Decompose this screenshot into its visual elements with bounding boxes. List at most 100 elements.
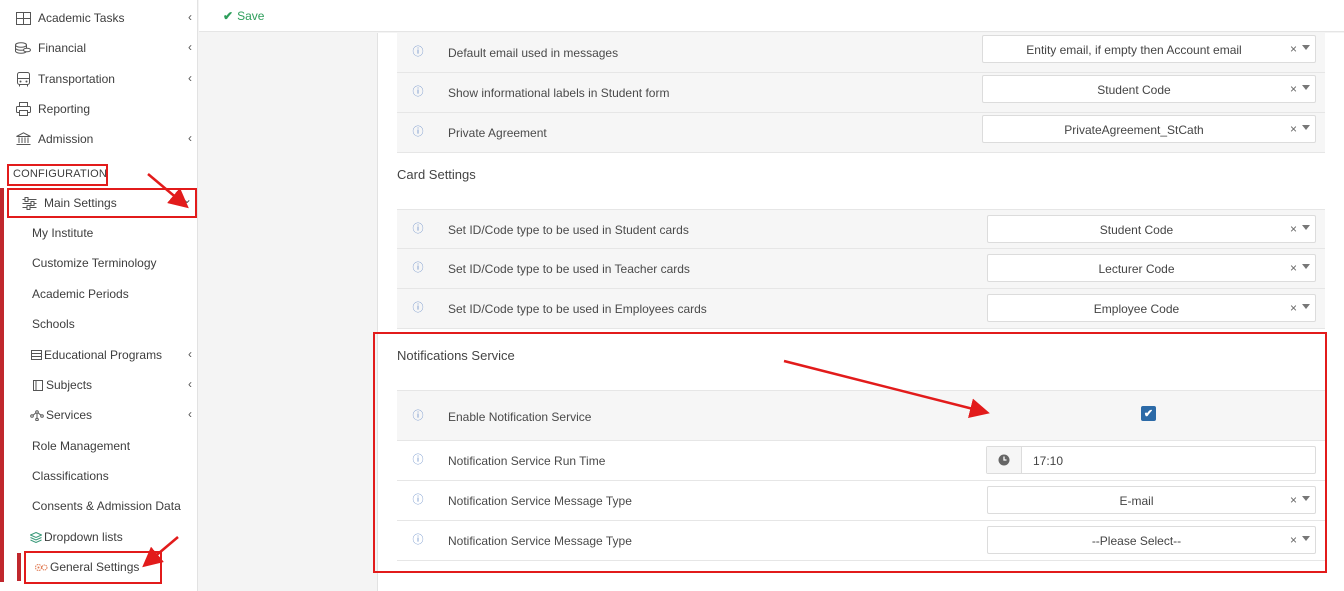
annotation-box-notifications (373, 332, 1327, 573)
clear-icon[interactable]: × (1290, 42, 1297, 56)
network-icon (30, 409, 44, 421)
setting-label: Default email used in messages (448, 46, 619, 60)
sidebar-subitem-label: Services (46, 408, 93, 422)
sidebar-subitem-label: My Institute (32, 226, 94, 240)
sidebar-subitem-label: Customize Terminology (32, 256, 157, 270)
student-card-code-select[interactable]: Student Code × (987, 215, 1316, 243)
sidebar-item-admission[interactable]: Admission ‹ (0, 127, 198, 151)
setting-label: Set ID/Code type to be used in Student c… (448, 223, 689, 237)
book-icon (32, 379, 44, 391)
sidebar-subitem-dropdown-lists[interactable]: Dropdown lists (0, 525, 198, 549)
sidebar-item-label: Transportation (38, 72, 115, 86)
setting-row-employee-cards: ⓘ Set ID/Code type to be used in Employe… (397, 289, 1325, 329)
employee-card-code-select[interactable]: Employee Code × (987, 294, 1316, 322)
informational-labels-select[interactable]: Student Code × (982, 75, 1316, 103)
sidebar-subitem-label: Schools (32, 317, 75, 331)
teacher-card-code-select[interactable]: Lecturer Code × (987, 254, 1316, 282)
chevron-left-icon: ‹ (188, 347, 192, 361)
info-icon[interactable]: ⓘ (412, 85, 424, 98)
clear-icon[interactable]: × (1290, 301, 1297, 315)
caret-down-icon[interactable] (1302, 264, 1310, 269)
sidebar-item-academic-tasks[interactable]: Academic Tasks ‹ (0, 6, 198, 30)
select-value: Employee Code (1093, 302, 1180, 316)
setting-row-default-email: ⓘ Default email used in messages Entity … (397, 33, 1325, 73)
save-button-label: Save (237, 8, 265, 23)
layers-icon (30, 531, 42, 543)
chevron-left-icon: ‹ (188, 131, 192, 145)
select-value: PrivateAgreement_StCath (1064, 123, 1204, 137)
printer-icon (14, 101, 32, 117)
coins-icon (14, 40, 32, 56)
info-icon[interactable]: ⓘ (412, 45, 424, 58)
setting-row-student-cards: ⓘ Set ID/Code type to be used in Student… (397, 209, 1325, 249)
setting-row-informational-labels: ⓘ Show informational labels in Student f… (397, 73, 1325, 113)
clear-icon[interactable]: × (1290, 261, 1297, 275)
info-icon[interactable]: ⓘ (412, 261, 424, 274)
sidebar-subitem-label: Consents & Admission Data (32, 499, 181, 513)
list-icon (30, 349, 42, 361)
sidebar: Academic Tasks ‹ Financial ‹ Transportat… (0, 0, 198, 591)
select-value: Entity email, if empty then Account emai… (1026, 43, 1242, 57)
sidebar-item-label: Academic Tasks (38, 11, 125, 25)
sidebar-subitem-schools[interactable]: Schools (0, 312, 198, 336)
save-button[interactable]: ✔ Save (223, 9, 264, 23)
annotation-box-main-settings (7, 188, 197, 218)
sidebar-subitem-educational-programs[interactable]: Educational Programs ‹ (0, 343, 198, 367)
clear-icon[interactable]: × (1290, 82, 1297, 96)
setting-label: Set ID/Code type to be used in Employees… (448, 302, 707, 316)
setting-row-teacher-cards: ⓘ Set ID/Code type to be used in Teacher… (397, 249, 1325, 289)
setting-label: Set ID/Code type to be used in Teacher c… (448, 262, 690, 276)
sidebar-item-label: Financial (38, 41, 87, 55)
sidebar-subitem-consents-admission-data[interactable]: Consents & Admission Data (0, 494, 198, 518)
info-icon[interactable]: ⓘ (412, 125, 424, 138)
bank-icon (14, 131, 32, 147)
chevron-left-icon: ‹ (188, 407, 192, 421)
caret-down-icon[interactable] (1302, 125, 1310, 130)
sidebar-item-label: Admission (38, 132, 94, 146)
caret-down-icon[interactable] (1302, 225, 1310, 230)
chevron-left-icon: ‹ (188, 10, 192, 24)
sidebar-subitem-label: Classifications (32, 469, 109, 483)
caret-down-icon[interactable] (1302, 85, 1310, 90)
chevron-left-icon: ‹ (188, 40, 192, 54)
caret-down-icon[interactable] (1302, 45, 1310, 50)
setting-row-private-agreement: ⓘ Private Agreement PrivateAgreement_StC… (397, 113, 1325, 153)
caret-down-icon[interactable] (1302, 304, 1310, 309)
setting-label: Private Agreement (448, 126, 547, 140)
select-value: Student Code (1097, 83, 1171, 97)
sidebar-subitem-label: Dropdown lists (44, 530, 123, 544)
annotation-box-configuration (7, 164, 108, 186)
sidebar-subitem-customize-terminology[interactable]: Customize Terminology (0, 251, 198, 275)
private-agreement-select[interactable]: PrivateAgreement_StCath × (982, 115, 1316, 143)
sidebar-item-transportation[interactable]: Transportation ‹ (0, 67, 198, 91)
sidebar-subitem-role-management[interactable]: Role Management (0, 434, 198, 458)
chevron-left-icon: ‹ (188, 71, 192, 85)
toolbar: ✔ Save (199, 0, 1344, 32)
sidebar-subitem-services[interactable]: Services ‹ (0, 403, 198, 427)
info-icon[interactable]: ⓘ (412, 222, 424, 235)
default-email-select[interactable]: Entity email, if empty then Account emai… (982, 35, 1316, 63)
check-icon: ✔ (223, 8, 234, 23)
info-icon[interactable]: ⓘ (412, 301, 424, 314)
section-title-card-settings: Card Settings (397, 167, 476, 182)
select-value: Lecturer Code (1098, 262, 1175, 276)
sidebar-subitem-classifications[interactable]: Classifications (0, 464, 198, 488)
sidebar-subitem-academic-periods[interactable]: Academic Periods (0, 282, 198, 306)
table-icon (14, 10, 32, 26)
annotation-box-general-settings (24, 551, 162, 584)
chevron-left-icon: ‹ (188, 377, 192, 391)
setting-label: Show informational labels in Student for… (448, 86, 670, 100)
clear-icon[interactable]: × (1290, 122, 1297, 136)
sidebar-subitem-subjects[interactable]: Subjects ‹ (0, 373, 198, 397)
clear-icon[interactable]: × (1290, 222, 1297, 236)
sidebar-subitem-label: Academic Periods (32, 287, 129, 301)
sidebar-item-financial[interactable]: Financial ‹ (0, 36, 198, 60)
sidebar-item-label: Reporting (38, 102, 91, 116)
sidebar-subitem-label: Educational Programs (44, 348, 163, 362)
sidebar-item-reporting[interactable]: Reporting (0, 97, 198, 121)
sidebar-subitem-my-institute[interactable]: My Institute (0, 221, 198, 245)
select-value: Student Code (1099, 223, 1174, 237)
sidebar-subitem-label: Subjects (46, 378, 93, 392)
sidebar-subitem-label: Role Management (32, 439, 131, 453)
bus-icon (14, 71, 32, 87)
